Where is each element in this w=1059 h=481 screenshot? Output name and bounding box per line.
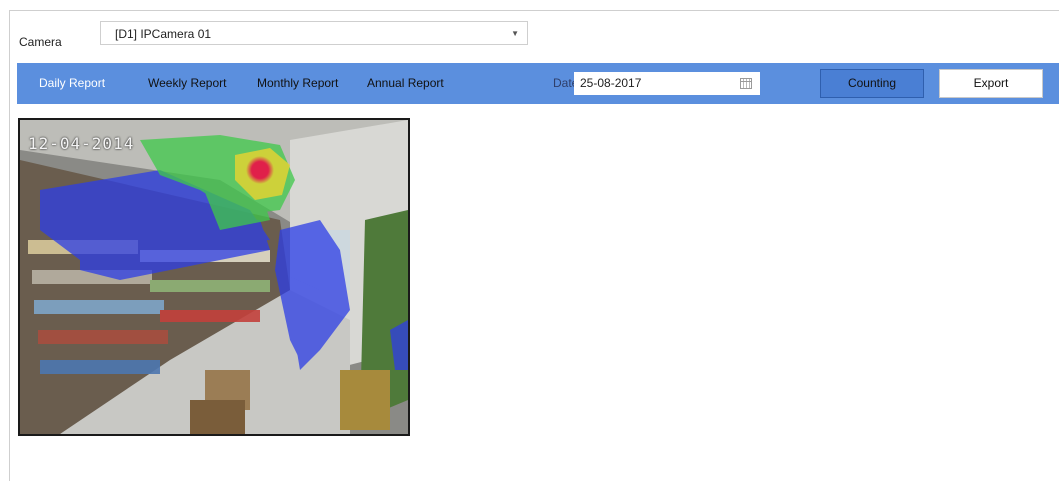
chevron-down-icon: ▼ bbox=[511, 29, 519, 38]
tab-weekly-report[interactable]: Weekly Report bbox=[148, 76, 226, 90]
camera-select[interactable]: [D1] IPCamera 01 ▼ bbox=[100, 21, 528, 45]
tab-monthly-report[interactable]: Monthly Report bbox=[257, 76, 338, 90]
calendar-icon[interactable] bbox=[740, 78, 752, 89]
export-button[interactable]: Export bbox=[939, 69, 1043, 98]
heatmap-camera-view: 12-04-2014 bbox=[18, 118, 410, 436]
date-field[interactable]: 25-08-2017 bbox=[574, 72, 760, 95]
camera-label: Camera bbox=[19, 35, 62, 49]
tab-daily-report[interactable]: Daily Report bbox=[39, 76, 105, 90]
report-toolbar: Daily Report Weekly Report Monthly Repor… bbox=[17, 63, 1059, 104]
video-timestamp: 12-04-2014 bbox=[28, 134, 135, 153]
heatmap-image bbox=[20, 120, 408, 434]
camera-select-value: [D1] IPCamera 01 bbox=[115, 27, 212, 41]
date-value: 25-08-2017 bbox=[580, 76, 642, 90]
tab-annual-report[interactable]: Annual Report bbox=[367, 76, 444, 90]
counting-button[interactable]: Counting bbox=[820, 69, 924, 98]
